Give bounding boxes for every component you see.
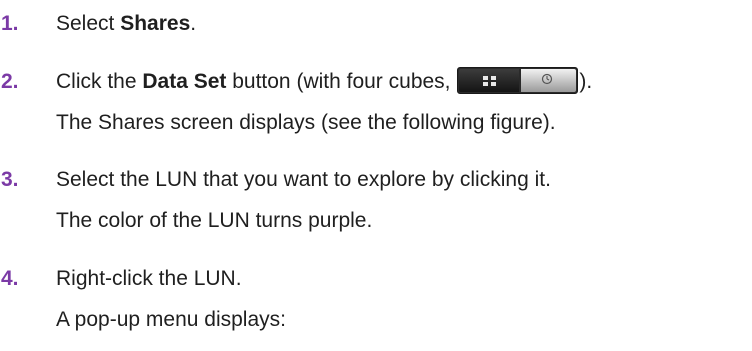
step-text: Select Shares. [56,9,196,39]
step-text-part: Click the [56,70,143,93]
step-number: 2. [1,70,19,93]
step-text-part: ). [579,70,593,93]
step-bold-term: Data Set [142,70,227,93]
step-text: Select the LUN that you want to explore … [56,168,551,191]
step-text-part: Select [56,12,121,35]
step-2-note: The Shares screen displays (see the foll… [56,108,556,138]
step-text: Right-click the LUN. [56,267,242,290]
step-number: 3. [1,168,19,191]
step-note-text: The color of the LUN turns purple. [56,209,373,232]
step-note-text: The Shares screen displays (see the foll… [56,111,556,134]
data-set-toggle-button-icon [457,66,579,94]
step-text: Click the Data Set button (with four cub… [56,66,593,97]
four-cubes-icon [483,75,497,86]
snapshot-clock-icon [521,68,577,92]
step-number: 1. [1,12,19,35]
step-3-note: The color of the LUN turns purple. [56,206,372,236]
step-number: 4. [1,267,19,290]
step-bold-term: Shares [120,12,191,35]
clock-icon [542,73,553,85]
step-note-text: A pop-up menu displays: [56,308,286,331]
step-4-note: A pop-up menu displays: [56,305,286,335]
step-text-part: button (with four cubes, [226,70,457,93]
data-set-icon [459,68,520,92]
step-text-part: . [190,12,197,35]
